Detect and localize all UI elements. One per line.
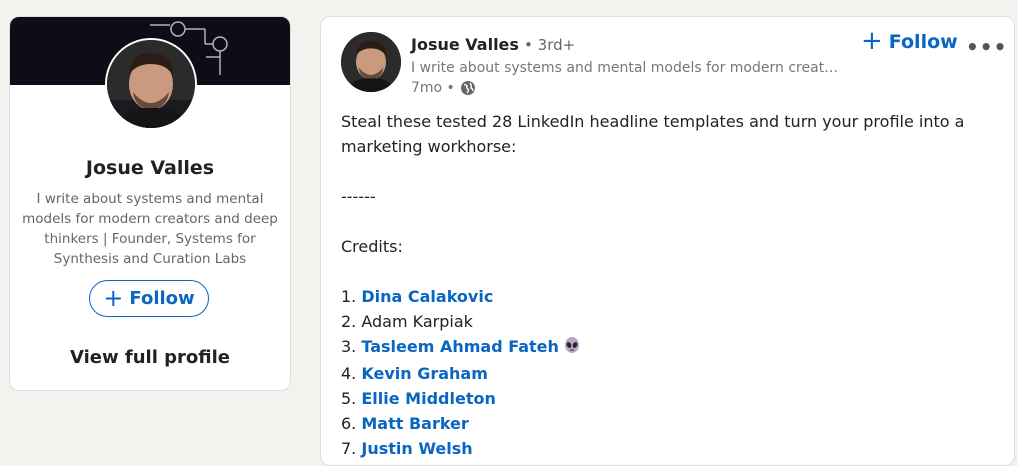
more-options-icon[interactable]: •••: [966, 35, 1007, 59]
post-divider: ------: [341, 187, 376, 206]
credit-link[interactable]: Dina Calakovic: [361, 287, 493, 306]
connection-degree: • 3rd+: [524, 36, 576, 54]
post-intro-line: marketing workhorse:: [341, 137, 517, 156]
globe-icon: [460, 80, 476, 96]
list-item: 7. Justin Welsh: [341, 436, 981, 461]
credit-link[interactable]: Ellie Middleton: [361, 389, 495, 408]
follow-button[interactable]: + Follow: [89, 280, 209, 317]
list-number: 3.: [341, 337, 357, 356]
list-number: 7.: [341, 439, 357, 458]
plus-icon: +: [861, 26, 883, 56]
credit-link[interactable]: Kevin Graham: [361, 364, 488, 383]
alien-emoji-icon: [563, 336, 581, 361]
post-author-avatar[interactable]: [341, 32, 401, 92]
profile-bio: I write about systems and mental models …: [22, 191, 278, 267]
list-number: 6.: [341, 414, 357, 433]
list-number: 1.: [341, 287, 357, 306]
plus-icon: +: [103, 283, 124, 312]
profile-name[interactable]: Josue Valles: [10, 157, 290, 179]
list-item: 3. Tasleem Ahmad Fateh: [341, 334, 981, 361]
list-number: 4.: [341, 364, 357, 383]
post-card: Josue Valles • 3rd+ I write about system…: [320, 16, 1015, 466]
list-number: 2.: [341, 312, 357, 331]
credits-label: Credits:: [341, 237, 403, 256]
credit-link[interactable]: Tasleem Ahmad Fateh: [361, 337, 559, 356]
post-body: Steal these tested 28 LinkedIn headline …: [341, 109, 981, 461]
credit-link[interactable]: Justin Welsh: [361, 439, 472, 458]
list-item: 2. Adam Karpiak: [341, 309, 981, 334]
list-item: 6. Matt Barker: [341, 411, 981, 436]
post-follow-label: Follow: [888, 31, 958, 53]
view-full-profile-link[interactable]: View full profile: [10, 347, 290, 368]
credit-name: Adam Karpiak: [361, 312, 473, 331]
post-intro-line: Steal these tested 28 LinkedIn headline …: [341, 112, 965, 131]
profile-card: Josue Valles I write about systems and m…: [9, 16, 291, 391]
list-item: 4. Kevin Graham: [341, 361, 981, 386]
credit-link[interactable]: Matt Barker: [361, 414, 468, 433]
post-follow-button[interactable]: + Follow: [861, 26, 958, 56]
post-meta: 7mo •: [411, 80, 476, 96]
list-item: 1. Dina Calakovic: [341, 284, 981, 309]
post-time: 7mo •: [411, 80, 455, 96]
list-item: 5. Ellie Middleton: [341, 386, 981, 411]
avatar[interactable]: [105, 38, 197, 130]
post-author-name[interactable]: Josue Valles: [411, 35, 519, 54]
follow-button-label: Follow: [129, 288, 195, 309]
post-author-line: Josue Valles • 3rd+: [411, 35, 575, 54]
post-author-headline: I write about systems and mental models …: [411, 60, 839, 76]
list-number: 5.: [341, 389, 357, 408]
